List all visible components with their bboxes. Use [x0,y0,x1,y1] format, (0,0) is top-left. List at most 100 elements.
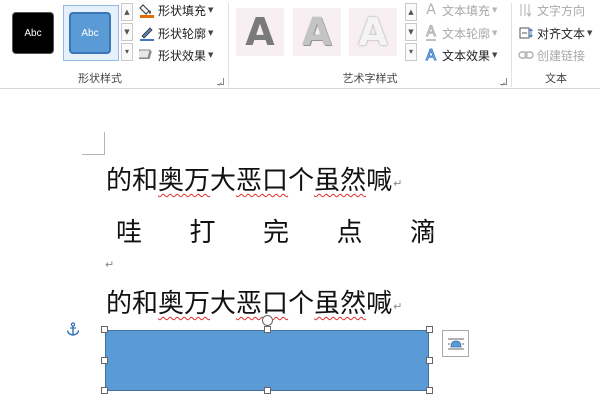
chevron-down-icon: ▼ [492,29,498,37]
resize-handle-bottom-right[interactable] [426,387,433,394]
chevron-down-icon: ▼ [587,29,593,37]
text-run: 的和 [106,166,159,196]
shape-style-blue[interactable]: Abc [69,12,111,54]
paragraph-line-2[interactable]: 哇 打 完 点 滴 [116,212,436,249]
misspelled-text-run: 虽然 [314,166,367,196]
text-outline-icon: A [426,23,436,41]
misspelled-text-run: 奥万 [158,166,211,196]
shape-effects-label: 形状效果 [158,48,207,63]
misspelled-text-run: 恶口 [236,166,289,196]
pencil-icon [139,25,155,41]
misspelled-text-run: 恶口 [236,289,289,319]
resize-handle-right[interactable] [426,357,433,364]
text-run: 点 [336,218,363,248]
text-direction-icon [518,2,534,18]
text-run: 打 [189,218,216,248]
text-run: 大 [210,166,237,196]
shape-effects-button[interactable]: 形状效果 ▼ [139,46,213,64]
chevron-down-icon: ▼ [208,51,214,59]
link-icon [518,47,534,63]
rotate-handle[interactable] [262,315,273,326]
text-run: 喊 [366,289,393,319]
resize-handle-bottom[interactable] [264,387,271,394]
wordart-sample-3[interactable]: A [349,8,397,56]
text-fill-button[interactable]: A 文本填充 ▼ [423,1,497,19]
ribbon: Abc Abc ▲ ▼ ▾ 形状填充 ▼ 形状轮廓 ▼ 形状效果 ▼ 形状样式 … [0,0,600,89]
wordart-styles-label: 艺术字样式 [342,72,398,85]
resize-handle-top-left[interactable] [101,326,108,333]
text-direction-label: 文字方向 [537,3,586,18]
paint-bucket-icon [139,2,155,18]
chevron-down-icon: ▼ [492,51,498,59]
misspelled-text-run: 虽然 [314,289,367,319]
document-page[interactable]: 的和奥万大恶口个虽然喊↵ 哇 打 完 点 滴 ↵ ↵ 的和奥万大恶口个虽然喊↵ [0,90,600,400]
create-link-label: 创建链接 [537,48,586,63]
text-run: 大 [210,289,237,319]
shape-fill-label: 形状填充 [158,3,207,18]
text-effects-icon: A [425,46,437,65]
paragraph-mark-icon: ↵ [105,258,115,271]
gallery-up-button[interactable]: ▲ [121,3,133,21]
text-effects-button[interactable]: A 文本效果 ▼ [423,46,498,65]
resize-handle-top-right[interactable] [426,326,433,333]
wordart-sample-1-letter: A [245,10,275,54]
misspelled-text-run: 奥万 [158,289,211,319]
wordart-sample-2[interactable]: A [293,8,341,56]
resize-handle-left[interactable] [101,357,108,364]
shape-style-black[interactable]: Abc [12,12,54,54]
text-group-label: 文本 [545,72,567,85]
shape-outline-button[interactable]: 形状轮廓 ▼ [139,24,213,42]
wordart-styles-group: A A A ▲ ▼ ▾ A 文本填充 ▼ A 文本轮廓 ▼ A 文本效果 ▼ 艺… [229,0,511,89]
layout-options-icon [447,336,465,352]
text-run: 完 [262,218,289,248]
gallery-up-button[interactable]: ▲ [405,3,417,21]
paragraph-line-1[interactable]: 的和奥万大恶口个虽然喊↵ [106,160,402,197]
gallery-down-button[interactable]: ▼ [121,23,133,41]
wordart-sample-3-letter: A [358,10,388,54]
create-link-button[interactable]: 创建链接 [518,46,585,64]
paragraph-mark-icon: ↵ [393,177,403,190]
gallery-down-button[interactable]: ▼ [405,23,417,41]
text-outline-button[interactable]: A 文本轮廓 ▼ [423,24,497,42]
text-effects-label: 文本效果 [442,48,491,63]
paragraph-line-3[interactable]: 的和奥万大恶口个虽然喊↵ [106,283,402,320]
paragraph-mark-icon: ↵ [425,227,435,240]
wordart-gallery-scroll: ▲ ▼ ▾ [405,3,417,63]
chevron-down-icon: ▼ [208,29,214,37]
text-run: 哇 [116,218,143,248]
chevron-down-icon: ▼ [492,6,498,14]
text-run: 的和 [106,289,159,319]
shape-style-black-label: Abc [24,27,42,39]
paragraph-mark-icon: ↵ [393,300,403,313]
page-margin-corner-mark [82,132,105,155]
chevron-down-icon: ▼ [208,6,214,14]
shape-outline-label: 形状轮廓 [158,26,207,41]
shape-styles-label: 形状样式 [78,72,122,85]
text-fill-label: 文本填充 [442,3,491,18]
resize-handle-top[interactable] [264,326,271,333]
align-text-button[interactable]: 对齐文本 ▼ [518,24,592,42]
text-outline-label: 文本轮廓 [442,26,491,41]
layout-options-button[interactable] [442,330,469,357]
gallery-more-button[interactable]: ▾ [121,43,133,61]
shape-style-blue-label: Abc [81,27,99,39]
wordart-sample-1[interactable]: A [236,8,284,56]
shape-fill-button[interactable]: 形状填充 ▼ [139,1,213,19]
align-text-label: 对齐文本 [537,26,586,41]
align-text-icon [518,25,534,41]
shape-style-gallery-scroll: ▲ ▼ ▾ [121,3,133,63]
anchor-icon[interactable] [66,322,80,340]
wordart-sample-2-letter: A [302,10,332,54]
shape-styles-group: Abc Abc ▲ ▼ ▾ 形状填充 ▼ 形状轮廓 ▼ 形状效果 ▼ 形状样式 [0,0,228,89]
text-run: 个 [288,289,315,319]
rectangle-shape[interactable] [105,330,429,391]
resize-handle-bottom-left[interactable] [101,387,108,394]
text-direction-button[interactable]: 文字方向 [518,1,585,19]
text-fill-icon: A [426,2,436,18]
text-run: 个 [288,166,315,196]
text-run: 喊 [366,166,393,196]
shape-effects-icon [139,47,155,63]
shape-styles-launcher[interactable] [217,78,224,85]
wordart-styles-launcher[interactable] [500,78,507,85]
gallery-more-button[interactable]: ▾ [405,43,417,61]
